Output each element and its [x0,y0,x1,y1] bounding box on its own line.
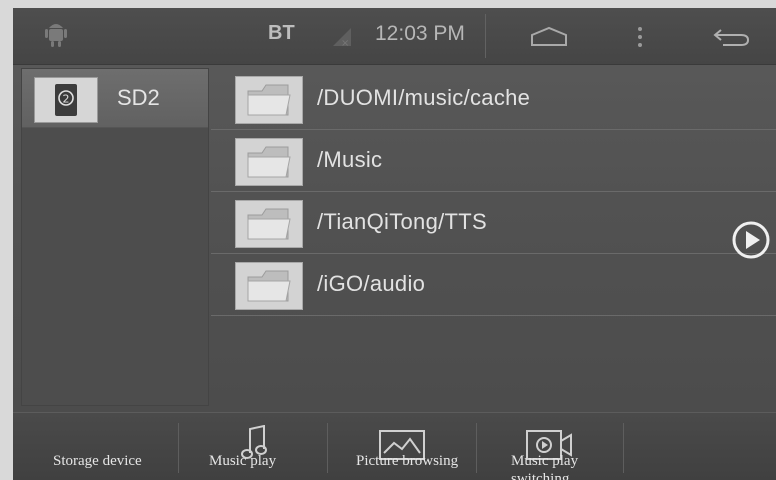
status-bar: BT × 12:03 PM [13,8,776,65]
bluetooth-label: BT [268,22,295,44]
folder-icon [235,76,303,124]
nav-music-play-switching-sublabel: switching [511,471,570,480]
nav-music-play-label: Music play [209,453,277,469]
clock: 12:03 PM [375,22,465,45]
nav-picture-browsing[interactable]: Picture browsing [328,413,476,480]
play-icon[interactable] [731,220,771,260]
bottom-nav: Storage device Music play Picture browsi… [13,412,776,480]
folder-path: /Music [317,147,383,172]
back-icon[interactable] [713,26,751,53]
sd-card-icon: 2 [34,77,98,123]
nav-storage-device[interactable]: Storage device [13,413,178,480]
nav-divider [623,423,624,473]
folder-list: /DUOMI/music/cache /Music /TianQiTong/TT… [211,68,776,316]
storage-device-sd2[interactable]: 2 SD2 [22,69,208,128]
nav-picture-browsing-label: Picture browsing [356,453,459,469]
folder-icon [235,200,303,248]
folder-path: /iGO/audio [317,271,426,296]
status-divider [485,14,486,58]
storage-panel: 2 SD2 [21,68,209,406]
nav-music-play-switching-label: Music play [511,453,579,469]
folder-row[interactable]: /Music [211,130,776,192]
nav-storage-device-label: Storage device [53,453,142,469]
folder-icon [235,138,303,186]
nav-music-play[interactable]: Music play [179,413,327,480]
folder-row[interactable]: /iGO/audio [211,254,776,316]
sd-card-badge: 2 [63,93,70,106]
folder-path: /DUOMI/music/cache [317,85,531,110]
folder-row[interactable]: /TianQiTong/TTS [211,192,776,254]
home-icon[interactable] [529,25,569,52]
svg-text:×: × [341,38,349,48]
android-icon[interactable] [45,20,67,53]
storage-device-label: SD2 [117,85,160,110]
folder-path: /TianQiTong/TTS [317,209,487,234]
screen: BT × 12:03 PM 2 SD2 /DUOMI/music/cache /… [13,8,776,480]
nav-music-play-switching[interactable]: Music play switching [477,413,623,480]
folder-row[interactable]: /DUOMI/music/cache [211,68,776,130]
menu-icon[interactable] [637,26,643,53]
signal-icon: × [331,26,353,53]
folder-icon [235,262,303,310]
